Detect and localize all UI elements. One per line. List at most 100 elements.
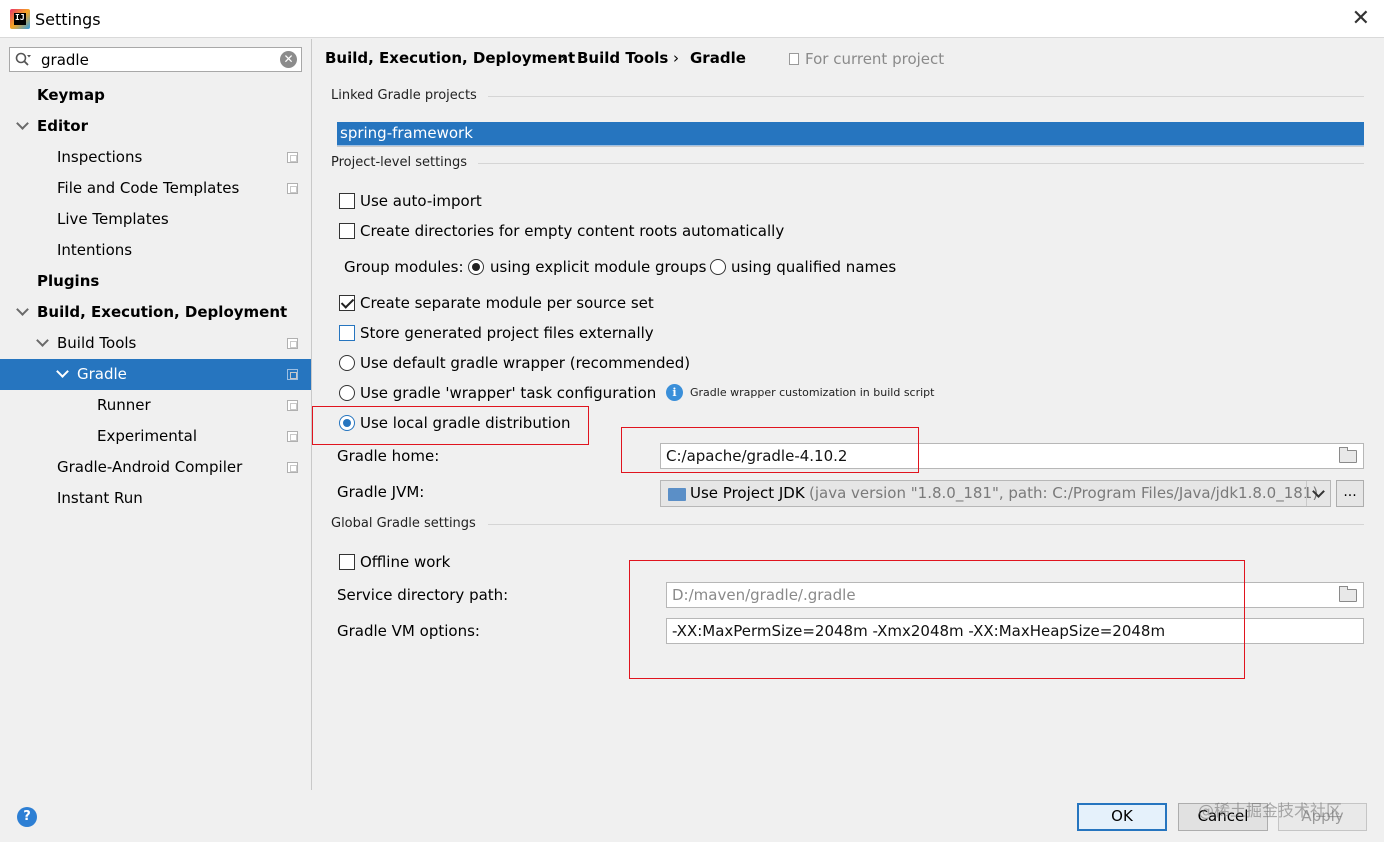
- project-scope-icon: [287, 152, 298, 163]
- tree-item-label: Intentions: [57, 241, 133, 259]
- store-external-label: Store generated project files externally: [360, 324, 654, 342]
- tree-item-gradle-android-compiler[interactable]: Gradle-Android Compiler: [0, 452, 311, 483]
- chevron-down-icon[interactable]: [1306, 481, 1330, 506]
- settings-search[interactable]: ✕: [9, 47, 302, 72]
- tree-item-label: Build Tools: [57, 334, 137, 352]
- wrapper-hint: Gradle wrapper customization in build sc…: [690, 386, 935, 399]
- default-wrapper-radio[interactable]: [339, 355, 355, 371]
- tree-item-gradle[interactable]: Gradle: [0, 359, 311, 390]
- project-scope-icon: [287, 183, 298, 194]
- breadcrumb-part-build-tools: Build Tools: [577, 49, 669, 67]
- tree-item-build-execution-deployment[interactable]: Build, Execution, Deployment: [0, 297, 311, 328]
- gradle-jvm-label: Gradle JVM:: [337, 483, 425, 501]
- tree-item-label: Inspections: [57, 148, 143, 166]
- offline-work-checkbox[interactable]: [339, 554, 355, 570]
- tree-item-label: Gradle-Android Compiler: [57, 458, 243, 476]
- create-dirs-checkbox[interactable]: [339, 223, 355, 239]
- separate-module-checkbox[interactable]: [339, 295, 355, 311]
- group-explicit-label: using explicit module groups: [490, 258, 707, 276]
- tree-item-instant-run[interactable]: Instant Run: [0, 483, 311, 514]
- wrapper-task-label: Use gradle 'wrapper' task configuration: [360, 384, 657, 402]
- tree-item-intentions[interactable]: Intentions: [0, 235, 311, 266]
- window-title: Settings: [35, 10, 101, 29]
- divider: [337, 146, 1364, 147]
- jvm-browse-button[interactable]: ...: [1336, 480, 1364, 507]
- project-scope-icon: [287, 338, 298, 349]
- group-qualified-radio[interactable]: [710, 259, 726, 275]
- project-scope-icon: [287, 400, 298, 411]
- annotation-box: [629, 560, 1245, 679]
- tree-item-label: Keymap: [37, 86, 105, 104]
- default-wrapper-label: Use default gradle wrapper (recommended): [360, 354, 691, 372]
- list-item[interactable]: spring-framework: [340, 124, 473, 142]
- tree-item-inspections[interactable]: Inspections: [0, 142, 311, 173]
- chevron-down-icon[interactable]: [56, 365, 69, 378]
- project-scope-icon: [287, 431, 298, 442]
- tree-item-editor[interactable]: Editor: [0, 111, 311, 142]
- divider: [478, 163, 1364, 164]
- tree-item-label: Instant Run: [57, 489, 143, 507]
- tree-item-label: File and Code Templates: [57, 179, 240, 197]
- search-input[interactable]: [41, 49, 271, 70]
- dialog-footer: ? OK Cancel Apply @稀土掘金技术社区: [0, 790, 1384, 842]
- offline-work-label: Offline work: [360, 553, 451, 571]
- auto-import-label: Use auto-import: [360, 192, 482, 210]
- ok-button[interactable]: OK: [1077, 803, 1167, 831]
- vm-options-label: Gradle VM options:: [337, 622, 480, 640]
- tree-item-runner[interactable]: Runner: [0, 390, 311, 421]
- tree-item-keymap[interactable]: Keymap: [0, 80, 311, 111]
- annotation-box: [621, 427, 919, 473]
- linked-projects-list[interactable]: spring-framework: [337, 122, 1364, 146]
- tree-item-label: Experimental: [97, 427, 198, 445]
- project-scope-icon: [287, 462, 298, 473]
- tree-item-live-templates[interactable]: Live Templates: [0, 204, 311, 235]
- folder-icon[interactable]: [1339, 586, 1357, 602]
- folder-icon[interactable]: [1339, 447, 1357, 463]
- global-settings-title: Global Gradle settings: [331, 516, 476, 531]
- tree-item-plugins[interactable]: Plugins: [0, 266, 311, 297]
- tree-item-experimental[interactable]: Experimental: [0, 421, 311, 452]
- intellij-app-icon: IJ: [10, 9, 30, 29]
- wrapper-task-radio[interactable]: [339, 385, 355, 401]
- settings-sidebar: ✕ Keymap Editor Inspections File and Cod…: [0, 39, 312, 790]
- tree-item-file-and-code-templates[interactable]: File and Code Templates: [0, 173, 311, 204]
- group-explicit-radio[interactable]: [468, 259, 484, 275]
- tree-item-label: Runner: [97, 396, 151, 414]
- divider: [488, 96, 1364, 97]
- breadcrumb-separator: ›: [560, 49, 566, 67]
- watermark-text: @稀土掘金技术社区: [1198, 801, 1343, 820]
- group-modules-label: Group modules:: [344, 258, 464, 276]
- jvm-selected-value: Use Project JDK: [690, 484, 805, 502]
- annotation-box: [312, 406, 589, 445]
- divider: [488, 524, 1364, 525]
- group-qualified-label: using qualified names: [731, 258, 897, 276]
- chevron-down-icon[interactable]: [16, 303, 29, 316]
- info-icon: i: [666, 384, 683, 401]
- search-icon: [15, 52, 31, 66]
- auto-import-checkbox[interactable]: [339, 193, 355, 209]
- title-bar: IJ Settings ✕: [0, 0, 1384, 38]
- breadcrumb-part-gradle: Gradle: [690, 49, 746, 67]
- tree-item-label: Build, Execution, Deployment: [37, 303, 288, 321]
- chevron-down-icon[interactable]: [36, 334, 49, 347]
- store-external-checkbox[interactable]: [339, 325, 355, 341]
- separate-module-label: Create separate module per source set: [360, 294, 654, 312]
- clear-search-icon[interactable]: ✕: [280, 51, 297, 68]
- gradle-home-label: Gradle home:: [337, 447, 440, 465]
- help-icon[interactable]: ?: [17, 807, 37, 827]
- linked-projects-title: Linked Gradle projects: [331, 88, 477, 103]
- close-icon[interactable]: ✕: [1352, 6, 1370, 31]
- project-settings-title: Project-level settings: [331, 155, 468, 170]
- tree-item-build-tools[interactable]: Build Tools: [0, 328, 311, 359]
- gradle-jvm-dropdown[interactable]: Use Project JDK (java version "1.8.0_181…: [660, 480, 1331, 507]
- tree-item-label: Editor: [37, 117, 88, 135]
- tree-item-label: Plugins: [37, 272, 100, 290]
- breadcrumb-separator: ›: [673, 49, 679, 67]
- jdk-folder-icon: [668, 488, 686, 501]
- tree-item-label: Gradle: [77, 365, 127, 383]
- settings-tree: Keymap Editor Inspections File and Code …: [0, 80, 311, 514]
- chevron-down-icon[interactable]: [16, 117, 29, 130]
- tree-item-label: Live Templates: [57, 210, 169, 228]
- project-scope-icon: [789, 53, 799, 65]
- scope-label: For current project: [805, 50, 945, 68]
